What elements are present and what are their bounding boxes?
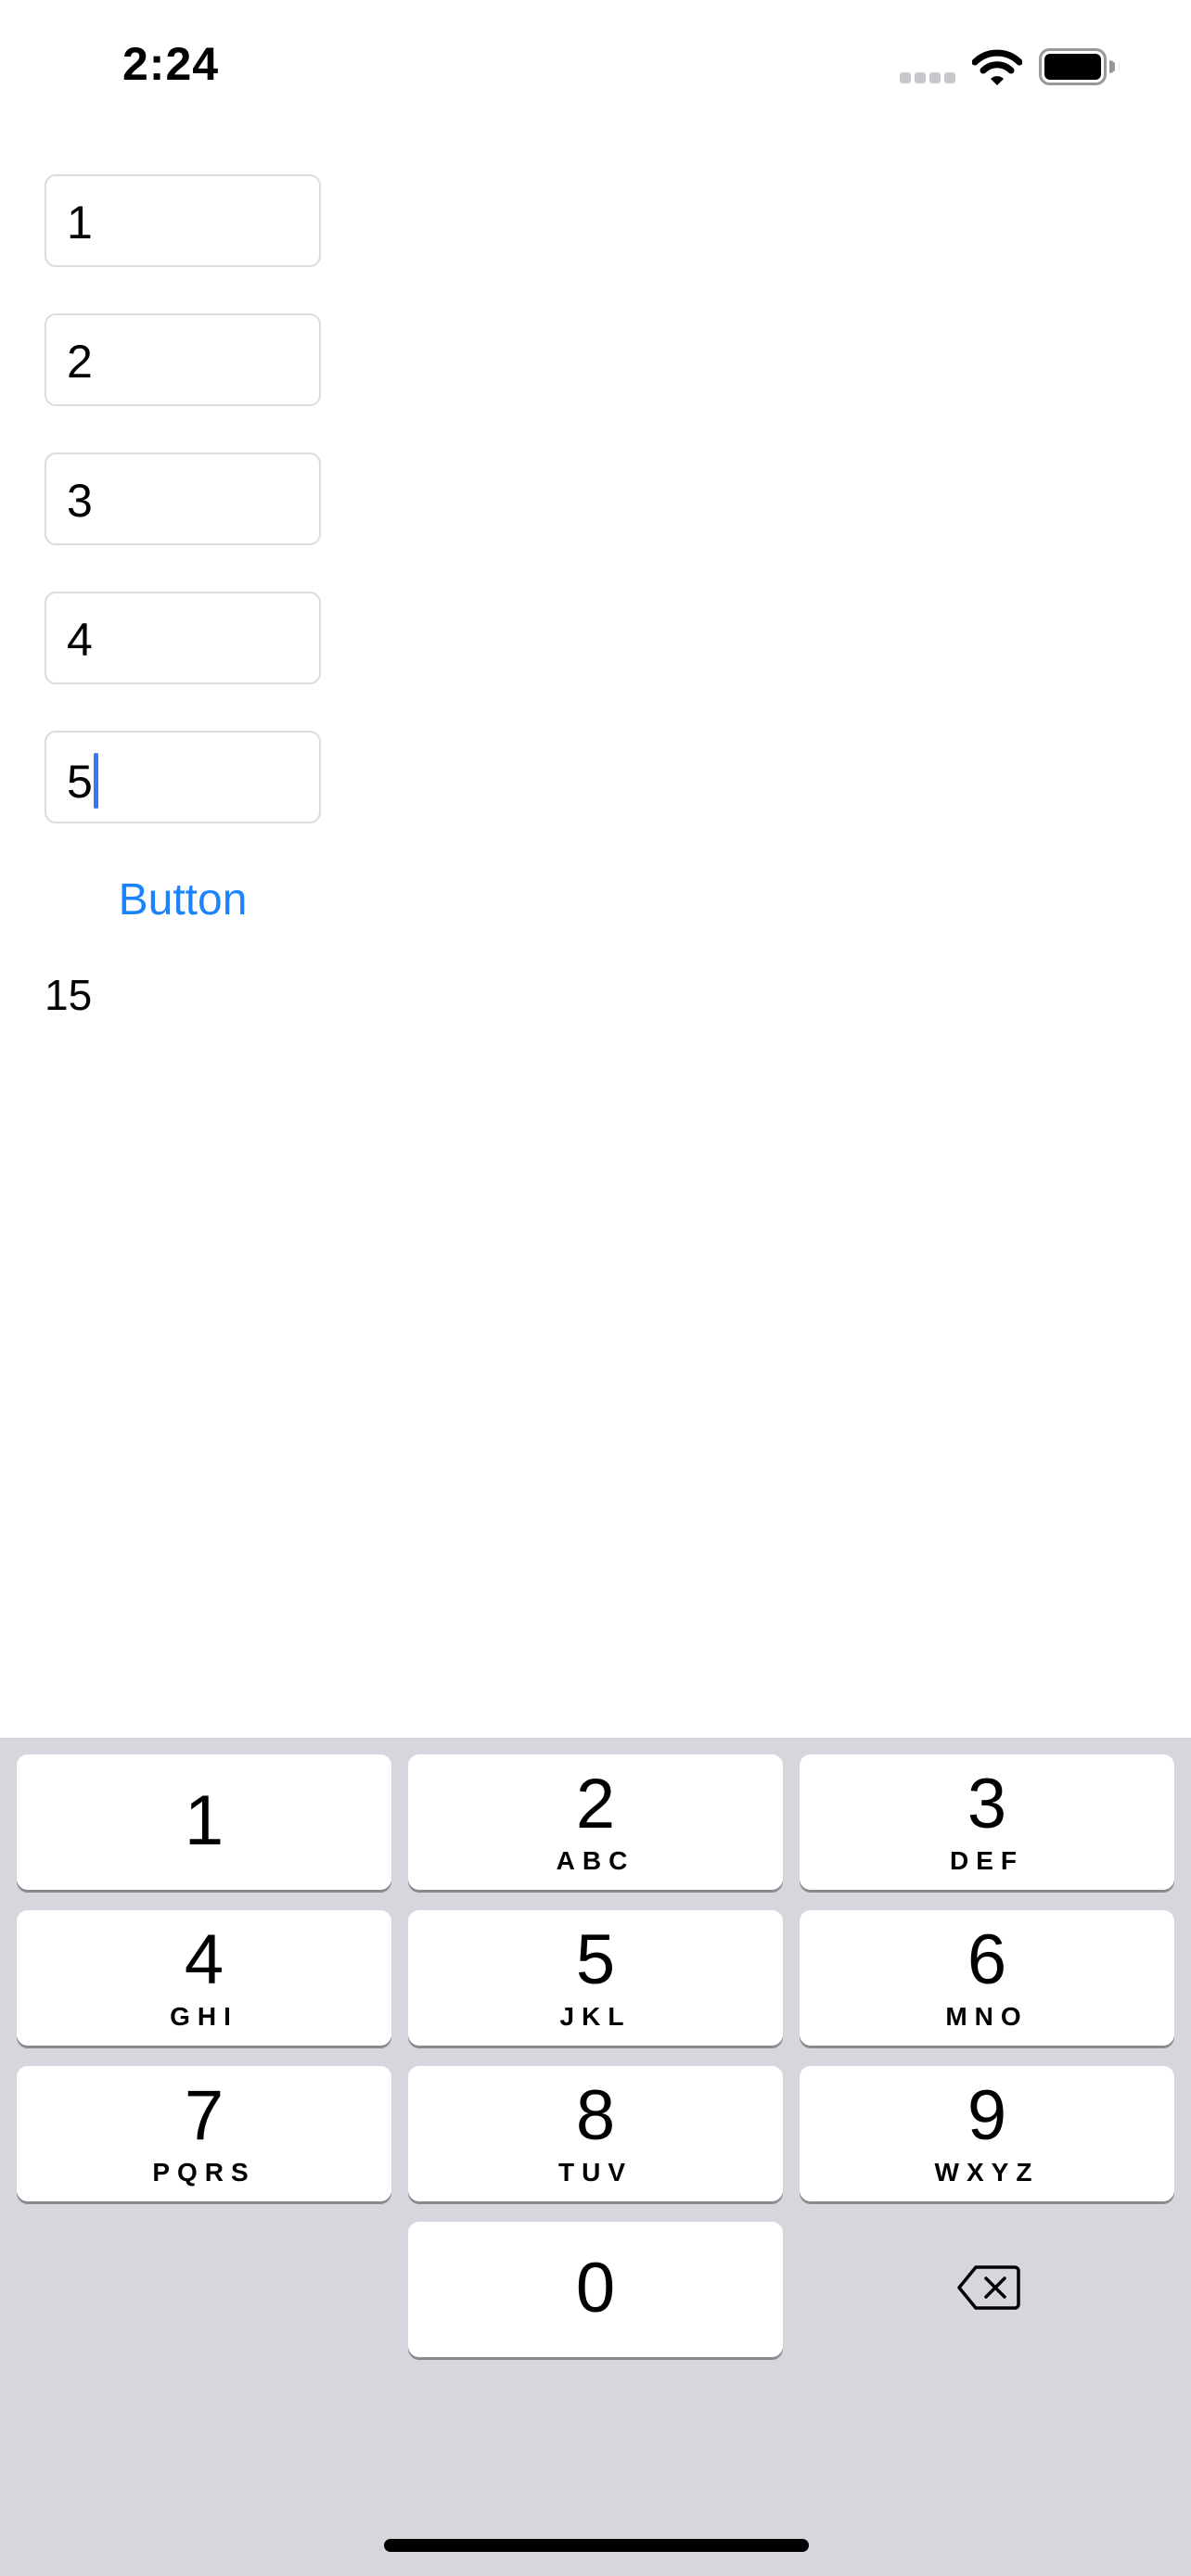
status-time: 2:24 xyxy=(122,38,220,90)
key-4-letters: GHI xyxy=(170,2002,238,2031)
key-3-letters: DEF xyxy=(950,1846,1024,1875)
key-5-letters: JKL xyxy=(559,2002,632,2031)
number-field-3-value: 3 xyxy=(67,475,93,527)
key-2-digit: 2 xyxy=(575,1765,616,1843)
key-8-letters: TUV xyxy=(558,2158,633,2187)
result-label: 15 xyxy=(45,971,93,1019)
key-7-letters: PQRS xyxy=(152,2158,256,2187)
battery-icon xyxy=(1039,48,1116,85)
number-field-1[interactable]: 1 xyxy=(45,174,321,267)
key-3[interactable]: 3 DEF xyxy=(800,1754,1174,1890)
number-field-1-value: 1 xyxy=(67,197,93,249)
key-3-digit: 3 xyxy=(967,1765,1007,1843)
key-2-letters: ABC xyxy=(556,1846,635,1875)
number-field-2-value: 2 xyxy=(67,336,93,388)
number-field-5-value: 5 xyxy=(67,756,93,808)
key-4[interactable]: 4 GHI xyxy=(17,1910,391,2046)
numeric-keypad: 1 2 ABC 3 DEF 4 GHI 5 JKL 6 MNO 7 PQRS 8… xyxy=(0,1738,1191,2576)
key-9[interactable]: 9 WXYZ xyxy=(800,2066,1174,2201)
delete-key[interactable] xyxy=(800,2222,1174,2357)
key-5[interactable]: 5 JKL xyxy=(408,1910,783,2046)
key-7-digit: 7 xyxy=(184,2076,224,2155)
key-6-letters: MNO xyxy=(945,2002,1029,2031)
status-bar: 2:24 xyxy=(0,0,1191,130)
key-1[interactable]: 1 xyxy=(17,1754,391,1890)
number-field-3[interactable]: 3 xyxy=(45,453,321,545)
key-8[interactable]: 8 TUV xyxy=(408,2066,783,2201)
signal-icon xyxy=(900,72,957,83)
number-field-5[interactable]: 5 xyxy=(45,731,321,823)
key-5-digit: 5 xyxy=(575,1920,616,1999)
backspace-icon xyxy=(957,2265,1020,2310)
key-1-digit: 1 xyxy=(184,1781,224,1860)
key-2[interactable]: 2 ABC xyxy=(408,1754,783,1890)
number-field-2[interactable]: 2 xyxy=(45,313,321,406)
key-8-digit: 8 xyxy=(575,2076,616,2155)
key-6-digit: 6 xyxy=(967,1920,1007,1999)
wifi-icon xyxy=(971,48,1023,87)
key-9-digit: 9 xyxy=(967,2076,1007,2155)
text-caret xyxy=(93,753,98,809)
sum-button[interactable]: Button xyxy=(45,862,321,937)
key-4-digit: 4 xyxy=(184,1920,224,1999)
key-9-letters: WXYZ xyxy=(934,2158,1040,2187)
key-6[interactable]: 6 MNO xyxy=(800,1910,1174,2046)
key-7[interactable]: 7 PQRS xyxy=(17,2066,391,2201)
home-indicator[interactable] xyxy=(384,2539,809,2552)
key-0-digit: 0 xyxy=(575,2249,616,2327)
key-0[interactable]: 0 xyxy=(408,2222,783,2357)
number-field-4-value: 4 xyxy=(67,614,93,666)
number-field-4[interactable]: 4 xyxy=(45,592,321,684)
number-field-5-content: 5 xyxy=(67,753,98,809)
